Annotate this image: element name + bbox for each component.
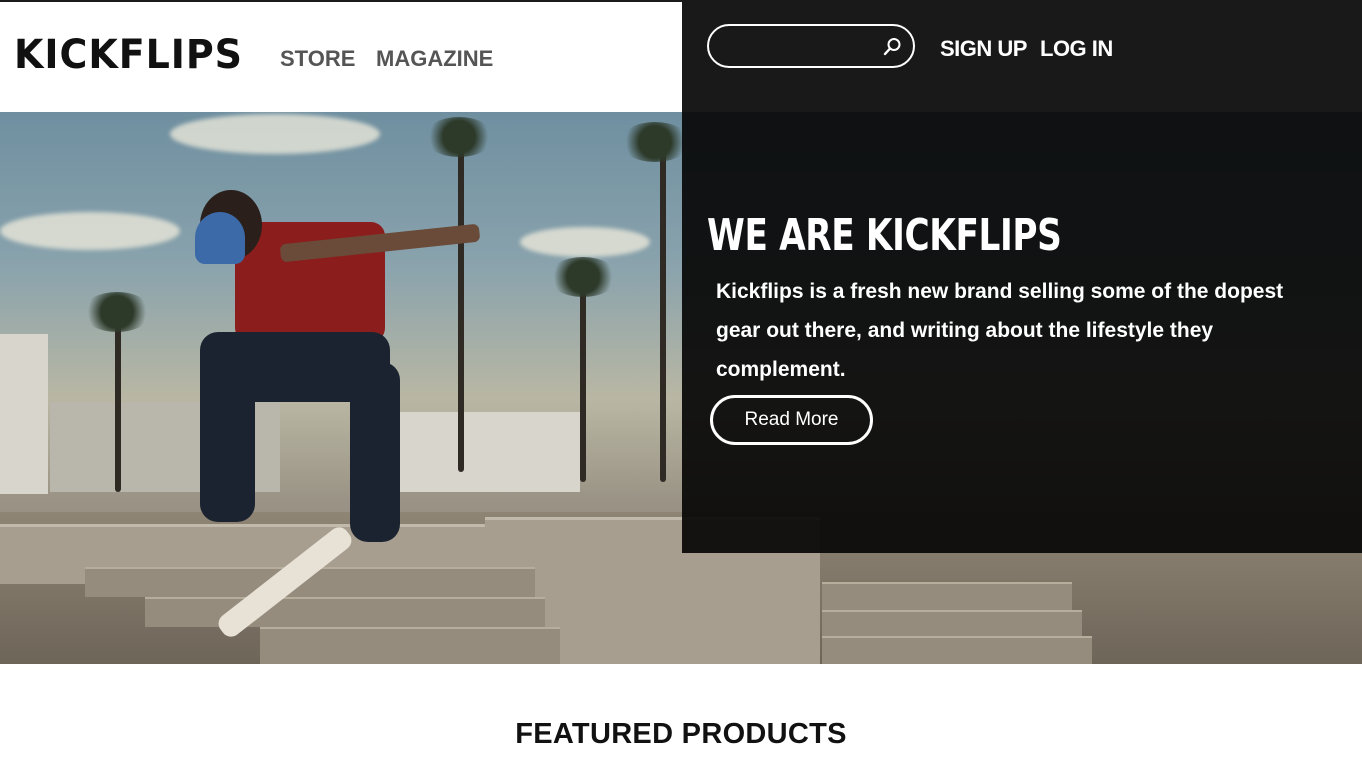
read-more-button[interactable]: Read More	[710, 395, 873, 445]
nav-store-link[interactable]: STORE	[280, 46, 355, 72]
stairs	[145, 597, 545, 627]
search-box	[707, 24, 915, 68]
search-input[interactable]	[725, 34, 875, 60]
cloud	[170, 114, 380, 154]
palm-tree	[548, 257, 618, 297]
stairs	[822, 582, 1072, 610]
login-link[interactable]: LOG IN	[1040, 36, 1113, 62]
skater-cap	[195, 212, 245, 264]
signup-link[interactable]: SIGN UP	[940, 36, 1027, 62]
header: KICKFLIPS STORE MAGAZINE	[0, 0, 682, 112]
cloud	[0, 212, 180, 250]
hero-title: WE ARE KICKFLIPS	[707, 210, 1062, 261]
stairs	[822, 636, 1092, 664]
cloud	[520, 227, 650, 257]
palm-tree	[424, 117, 494, 157]
palm-tree	[620, 122, 690, 162]
skater-leg	[200, 362, 255, 522]
hero-description: Kickflips is a fresh new brand selling s…	[716, 280, 1284, 381]
palm-tree	[115, 312, 121, 492]
stairs	[260, 627, 560, 664]
site-logo[interactable]: KICKFLIPS	[14, 32, 243, 78]
palm-tree	[458, 142, 464, 472]
palm-tree	[82, 292, 152, 332]
palm-tree	[580, 282, 586, 482]
palm-tree	[660, 152, 666, 482]
stairs	[822, 610, 1082, 636]
search-icon[interactable]	[881, 36, 903, 58]
featured-products-heading: FEATURED PRODUCTS	[515, 718, 847, 750]
skater-leg	[350, 362, 400, 542]
building	[0, 334, 48, 494]
nav-magazine-link[interactable]: MAGAZINE	[376, 46, 493, 72]
building	[380, 412, 580, 492]
